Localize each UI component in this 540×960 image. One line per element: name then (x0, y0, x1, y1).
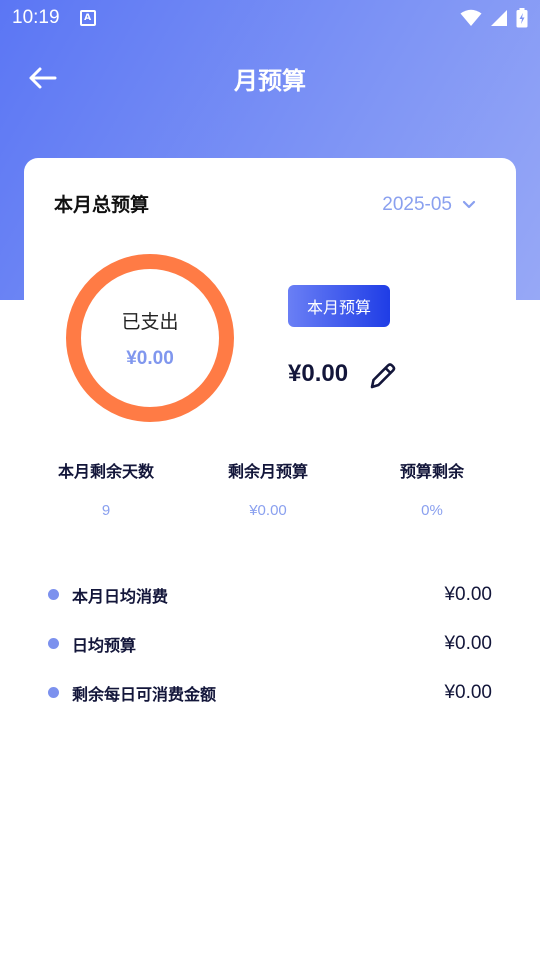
detail-label: 剩余每日可消费金额 (72, 684, 217, 704)
spent-label: 已支出 (121, 310, 179, 333)
stat-label: 本月剩余天数 (57, 462, 154, 481)
spent-value: ¥0.00 (126, 347, 174, 369)
list-item: 日均预算 ¥0.00 (48, 619, 492, 668)
detail-label: 日均预算 (72, 635, 137, 655)
stat-remaining-budget: 剩余月预算 ¥0.00 (186, 458, 350, 519)
list-item: 剩余每日可消费金额 ¥0.00 (48, 668, 492, 717)
battery-icon (516, 8, 528, 28)
app-notification-icon: A (79, 10, 96, 26)
edit-budget-button[interactable] (366, 360, 398, 392)
daily-detail-list: 本月日均消费 ¥0.00 日均预算 ¥0.00 剩余每日可消费金额 ¥0.00 (48, 570, 492, 717)
stat-remaining-days: 本月剩余天数 9 (24, 458, 188, 519)
month-picker[interactable]: 2025-05 (382, 194, 476, 216)
stat-budget-remaining-percent: 预算剩余 0% (350, 458, 514, 519)
stat-label: 预算剩余 (399, 462, 464, 481)
chevron-down-icon (462, 200, 476, 209)
card-title: 本月总预算 (54, 194, 150, 216)
status-icons (460, 8, 528, 28)
signal-icon (491, 10, 507, 26)
status-bar: 10:19 A (0, 0, 540, 36)
stat-value: 9 (101, 502, 111, 519)
back-button[interactable] (22, 62, 62, 94)
selected-month: 2025-05 (382, 194, 452, 215)
bullet-dot-icon (48, 638, 59, 649)
status-time: 10:19 (12, 7, 60, 28)
pencil-icon (370, 363, 396, 389)
arrow-left-icon (29, 67, 57, 89)
nav-bar: 月预算 (0, 50, 540, 106)
stat-value: 0% (421, 502, 443, 519)
list-item: 本月日均消费 ¥0.00 (48, 570, 492, 619)
bullet-dot-icon (48, 687, 59, 698)
stat-value: ¥0.00 (249, 502, 287, 519)
spending-ring: 已支出 ¥0.00 (66, 254, 234, 422)
detail-value: ¥0.00 (444, 583, 492, 605)
monthly-budget-chip[interactable]: 本月预算 (288, 285, 390, 327)
page-title: 月预算 (234, 66, 306, 95)
detail-label: 本月日均消费 (72, 586, 169, 606)
budget-summary-card: 本月总预算 2025-05 已支出 ¥0.00 本月预算 ¥0.00 本月剩余天… (24, 158, 516, 558)
stat-label: 剩余月预算 (227, 462, 308, 481)
budget-stats: 本月剩余天数 9 剩余月预算 ¥0.00 预算剩余 0% (24, 458, 516, 528)
detail-value: ¥0.00 (444, 681, 492, 703)
bullet-dot-icon (48, 589, 59, 600)
budget-amount: ¥0.00 (288, 360, 349, 387)
detail-value: ¥0.00 (444, 632, 492, 654)
wifi-icon (460, 9, 482, 26)
